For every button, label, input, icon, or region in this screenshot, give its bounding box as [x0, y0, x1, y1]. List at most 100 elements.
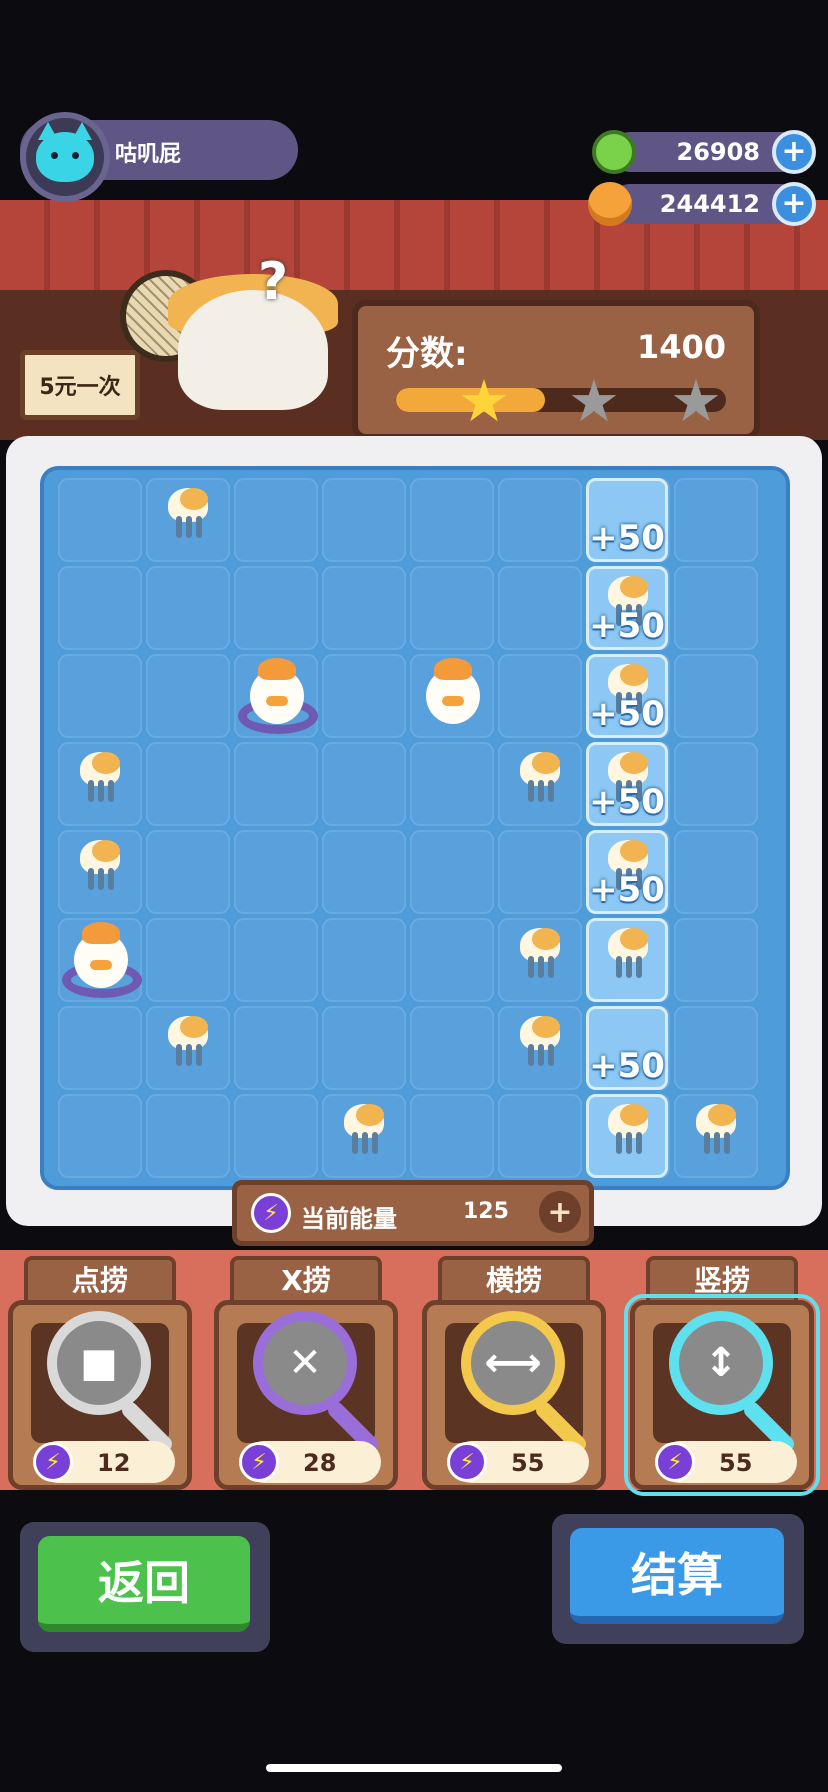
jellyfish-icon — [606, 928, 650, 978]
board-cell[interactable] — [410, 478, 494, 562]
board-cell[interactable] — [498, 654, 582, 738]
bonus-label: +50 — [589, 518, 665, 558]
star-icon-earned: ★ — [458, 367, 510, 435]
bonus-label: +50 — [589, 870, 665, 910]
board-cell[interactable] — [146, 742, 230, 826]
board-cell[interactable] — [410, 1006, 494, 1090]
jellyfish-icon — [78, 752, 122, 802]
duck-icon — [244, 658, 310, 728]
tool-card[interactable]: ■ ⚡ 12 — [8, 1300, 192, 1490]
tool-1[interactable]: 点捞 ■ ⚡ 12 — [6, 1256, 194, 1502]
vertical-catch-net-icon: ↕ — [669, 1311, 773, 1415]
board-cell[interactable] — [146, 1094, 230, 1178]
jellyfish-icon — [518, 1016, 562, 1066]
board-cell[interactable] — [234, 1006, 318, 1090]
x-catch-net-icon: ✕ — [253, 1311, 357, 1415]
board-cell[interactable] — [498, 478, 582, 562]
board-cell[interactable] — [410, 742, 494, 826]
board-cell[interactable] — [674, 1006, 758, 1090]
add-energy-button[interactable]: + — [539, 1191, 581, 1233]
energy-value: 125 — [463, 1199, 509, 1224]
board-cell[interactable] — [322, 1006, 406, 1090]
tool-card[interactable]: ✕ ⚡ 28 — [214, 1300, 398, 1490]
tool-cost: ⚡ 28 — [239, 1441, 381, 1483]
board-cell[interactable] — [58, 478, 142, 562]
energy-bolt-icon: ⚡ — [447, 1442, 487, 1482]
board-cell[interactable] — [674, 830, 758, 914]
board-cell[interactable] — [322, 742, 406, 826]
home-indicator — [266, 1764, 562, 1772]
tool-card[interactable]: ↕ ⚡ 55 — [624, 1294, 820, 1496]
add-planets-button[interactable]: + — [772, 182, 816, 226]
avatar-eye — [72, 152, 79, 159]
board-cell[interactable] — [674, 566, 758, 650]
board-cell[interactable] — [410, 830, 494, 914]
board-cell[interactable] — [234, 742, 318, 826]
tool-cost: ⚡ 55 — [655, 1441, 797, 1483]
tool-cost-value: 28 — [303, 1449, 337, 1477]
tool-cost-value: 55 — [511, 1449, 545, 1477]
board-cell[interactable] — [146, 918, 230, 1002]
jellyfish-icon — [694, 1104, 738, 1154]
settle-button[interactable]: 结算 — [570, 1528, 784, 1624]
orange-planet-icon — [588, 182, 632, 226]
tool-label: X捞 — [230, 1256, 382, 1306]
green-coin-icon — [592, 130, 636, 174]
bonus-label: +50 — [589, 606, 665, 646]
board-cell[interactable] — [498, 566, 582, 650]
board-cell[interactable] — [58, 566, 142, 650]
board-cell[interactable] — [410, 918, 494, 1002]
energy-label: 当前能量 — [301, 1205, 397, 1233]
back-button[interactable]: 返回 — [38, 1536, 250, 1632]
planet-value: 244412 — [659, 190, 760, 218]
question-mark-icon: ? — [258, 252, 289, 312]
board-cell[interactable] — [234, 830, 318, 914]
jellyfish-icon — [342, 1104, 386, 1154]
board-cell[interactable] — [410, 566, 494, 650]
jellyfish-icon — [166, 488, 210, 538]
board-cell[interactable] — [322, 566, 406, 650]
board-cell[interactable] — [58, 654, 142, 738]
cat-avatar-icon — [36, 122, 94, 182]
board-cell[interactable] — [146, 830, 230, 914]
energy-bolt-icon: ⚡ — [239, 1442, 279, 1482]
board-cell[interactable] — [498, 1094, 582, 1178]
board-cell[interactable] — [410, 1094, 494, 1178]
avatar-eye — [51, 152, 58, 159]
board-cell[interactable] — [146, 654, 230, 738]
price-sign: 5元一次 — [20, 350, 140, 420]
board-cell[interactable] — [674, 654, 758, 738]
board-cell[interactable] — [234, 1094, 318, 1178]
score-value: 1400 — [636, 328, 726, 366]
board-cell[interactable] — [322, 654, 406, 738]
tool-card[interactable]: ⟷ ⚡ 55 — [422, 1300, 606, 1490]
board-cell[interactable] — [674, 478, 758, 562]
board-cell[interactable] — [58, 1094, 142, 1178]
board-cell[interactable] — [234, 566, 318, 650]
jellyfish-icon — [78, 840, 122, 890]
score-panel: 分数: 1400 ★ ★ ★ — [352, 300, 760, 440]
board-cell[interactable] — [322, 830, 406, 914]
player-name: 咕叽屁 — [115, 142, 182, 167]
board-cell[interactable] — [58, 1006, 142, 1090]
jellyfish-icon — [606, 1104, 650, 1154]
board-cell[interactable] — [498, 830, 582, 914]
add-coins-button[interactable]: + — [772, 130, 816, 174]
board-cell[interactable] — [234, 478, 318, 562]
board-cell[interactable] — [674, 742, 758, 826]
tool-3[interactable]: 横捞 ⟷ ⚡ 55 — [420, 1256, 608, 1502]
score-label: 分数: — [386, 334, 468, 374]
jellyfish-icon — [166, 1016, 210, 1066]
bonus-label: +50 — [589, 694, 665, 734]
avatar[interactable] — [20, 112, 110, 202]
board-cell[interactable] — [322, 918, 406, 1002]
board-cell[interactable] — [234, 918, 318, 1002]
horizontal-catch-net-icon: ⟷ — [461, 1311, 565, 1415]
board-cell[interactable] — [674, 918, 758, 1002]
tool-4[interactable]: 竖捞 ↕ ⚡ 55 — [624, 1256, 820, 1502]
game-board[interactable]: +50 +50 +50 +50 +50 +50 — [40, 466, 790, 1190]
board-cell[interactable] — [322, 478, 406, 562]
tool-2[interactable]: X捞 ✕ ⚡ 28 — [212, 1256, 400, 1502]
board-cell[interactable] — [146, 566, 230, 650]
tool-cost: ⚡ 55 — [447, 1441, 589, 1483]
